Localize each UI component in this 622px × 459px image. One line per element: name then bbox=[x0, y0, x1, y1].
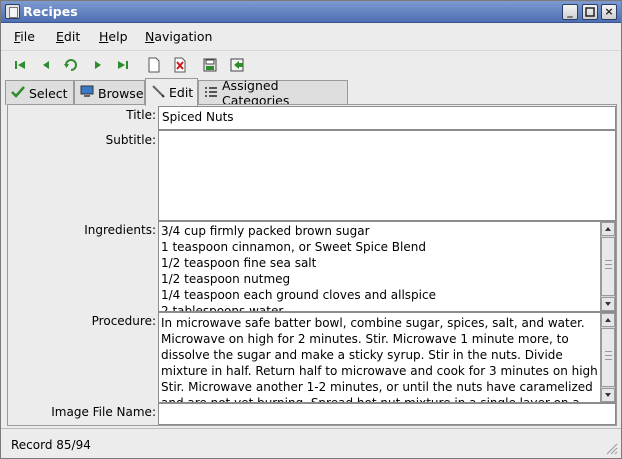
ingredients-label: Ingredients: bbox=[84, 223, 156, 237]
scroll-up-button[interactable] bbox=[601, 222, 615, 236]
previous-record-icon bbox=[43, 61, 49, 69]
text-line: Stir. Microwave another 1-2 minutes, or … bbox=[161, 380, 593, 394]
scroll-down-icon bbox=[605, 393, 611, 397]
checkmark-icon bbox=[11, 85, 25, 101]
menu-help[interactable]: Help bbox=[99, 29, 128, 44]
subtitle-textarea[interactable] bbox=[158, 130, 616, 221]
menu-bar: File Edit Help Navigation bbox=[1, 24, 621, 49]
grip-line bbox=[605, 268, 612, 269]
text-line: 2 tablespoons water bbox=[161, 304, 284, 311]
subtitle-label: Subtitle: bbox=[105, 133, 156, 147]
text-line: 1/4 teaspoon each ground cloves and alls… bbox=[161, 288, 436, 302]
tab-bar: Select Browse Edit Assigned Categories bbox=[1, 78, 621, 108]
last-record-button[interactable] bbox=[113, 55, 133, 75]
next-record-button[interactable] bbox=[88, 55, 108, 75]
record-status: Record 85/94 bbox=[11, 438, 91, 452]
text-line: dissolve the sugar and make a sticky syr… bbox=[161, 348, 563, 362]
scroll-up-icon bbox=[605, 227, 611, 231]
scroll-down-button[interactable] bbox=[601, 297, 615, 311]
scroll-up-button[interactable] bbox=[601, 313, 615, 327]
scroll-thumb[interactable] bbox=[601, 328, 615, 387]
first-record-icon bbox=[15, 61, 25, 69]
tab-select[interactable]: Select bbox=[5, 80, 74, 105]
recipes-window: Recipes _ × File Edit Help Navigation Se… bbox=[0, 0, 622, 459]
grip-line bbox=[605, 351, 612, 352]
monitor-icon bbox=[80, 85, 94, 101]
window-title: Recipes bbox=[23, 4, 78, 19]
last-record-icon bbox=[118, 61, 128, 69]
refresh-icon bbox=[64, 59, 77, 71]
procedure-scrollbar[interactable] bbox=[600, 313, 615, 402]
image-file-name-label: Image File Name: bbox=[51, 405, 156, 419]
scroll-up-icon bbox=[605, 318, 611, 322]
text-line: In microwave safe batter bowl, combine s… bbox=[161, 316, 585, 330]
next-record-icon bbox=[95, 61, 101, 69]
previous-record-button[interactable] bbox=[36, 55, 56, 75]
grip-line bbox=[605, 359, 612, 360]
toolbar bbox=[1, 50, 621, 77]
text-line: mixture in half. Return half to microwav… bbox=[161, 364, 599, 378]
minimize-button[interactable]: _ bbox=[562, 4, 578, 20]
delete-record-button[interactable] bbox=[170, 55, 190, 75]
status-bar: Record 85/94 bbox=[1, 428, 621, 458]
edit-panel: Title: Spiced Nuts Subtitle: Ingredients… bbox=[7, 104, 617, 426]
text-line: 1 teaspoon cinnamon, or Sweet Spice Blen… bbox=[161, 240, 426, 254]
delete-record-icon bbox=[174, 57, 186, 73]
title-label: Title: bbox=[126, 108, 156, 122]
list-icon bbox=[204, 86, 218, 101]
tab-assigned-categories[interactable]: Assigned Categories bbox=[198, 78, 348, 108]
ingredients-textarea[interactable]: 3/4 cup firmly packed brown sugar 1 teasp… bbox=[158, 221, 616, 312]
first-record-button[interactable] bbox=[10, 55, 30, 75]
text-line: Microwave on high for 2 minutes. Stir. M… bbox=[161, 332, 569, 346]
close-button[interactable]: × bbox=[601, 4, 617, 20]
menu-navigation[interactable]: Navigation bbox=[145, 29, 212, 44]
scroll-thumb[interactable] bbox=[601, 237, 615, 296]
grip-line bbox=[605, 260, 612, 261]
export-button[interactable] bbox=[227, 55, 247, 75]
title-bar[interactable]: Recipes _ × bbox=[1, 1, 621, 23]
scroll-down-button[interactable] bbox=[601, 388, 615, 402]
text-line: and are not yet burning. Spread hot nut … bbox=[161, 395, 599, 402]
scroll-down-icon bbox=[605, 302, 611, 306]
ingredients-text: 3/4 cup firmly packed brown sugar 1 teasp… bbox=[160, 223, 599, 311]
app-icon[interactable] bbox=[5, 4, 20, 19]
maximize-button[interactable] bbox=[582, 4, 598, 20]
title-input[interactable]: Spiced Nuts bbox=[158, 106, 616, 130]
new-record-button[interactable] bbox=[144, 55, 164, 75]
refresh-button[interactable] bbox=[61, 55, 81, 75]
export-icon bbox=[230, 58, 244, 72]
image-file-name-input[interactable] bbox=[158, 403, 616, 425]
tab-browse[interactable]: Browse bbox=[74, 80, 145, 105]
grip-line bbox=[605, 355, 612, 356]
save-record-icon bbox=[203, 58, 217, 72]
procedure-text: In microwave safe batter bowl, combine s… bbox=[160, 315, 599, 402]
procedure-textarea[interactable]: In microwave safe batter bowl, combine s… bbox=[158, 312, 616, 403]
maximize-icon bbox=[585, 7, 595, 17]
text-line: 1/2 teaspoon nutmeg bbox=[161, 272, 291, 286]
grip-line bbox=[605, 264, 612, 265]
text-line: 1/2 teaspoon fine sea salt bbox=[161, 256, 317, 270]
save-record-button[interactable] bbox=[200, 55, 220, 75]
menu-file[interactable]: File bbox=[14, 29, 35, 44]
ingredients-scrollbar[interactable] bbox=[600, 222, 615, 311]
pencil-icon bbox=[151, 84, 165, 101]
procedure-label: Procedure: bbox=[91, 314, 156, 328]
text-line: 3/4 cup firmly packed brown sugar bbox=[161, 224, 370, 238]
menu-edit[interactable]: Edit bbox=[56, 29, 80, 44]
tab-edit[interactable]: Edit bbox=[145, 78, 198, 106]
resize-grip-icon[interactable] bbox=[604, 441, 618, 455]
new-record-icon bbox=[148, 57, 160, 73]
